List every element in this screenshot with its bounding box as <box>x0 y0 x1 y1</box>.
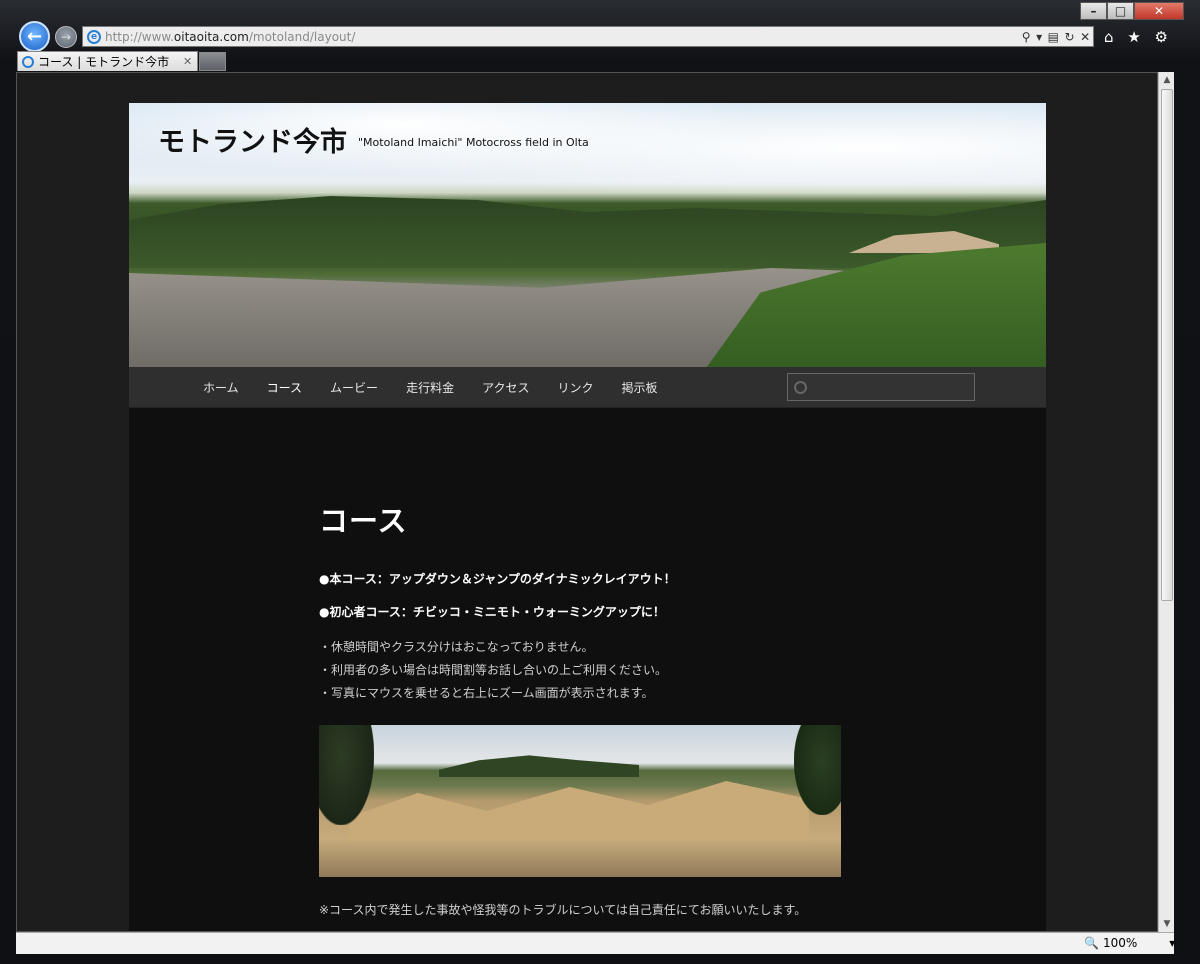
favorites-star-icon[interactable]: ★ <box>1127 28 1140 46</box>
back-arrow-icon: ← <box>26 26 43 47</box>
browser-tab[interactable]: コース | モトランド今市 ✕ <box>17 51 198 71</box>
page-container: モトランド今市 "Motoland Imaichi" Motocross fie… <box>129 103 1046 931</box>
scroll-thumb[interactable] <box>1161 89 1173 601</box>
photo-dirt-mounds <box>349 781 809 841</box>
photo-pine-left <box>319 725 374 825</box>
zoom-level: 100% <box>1102 936 1138 950</box>
address-tools: ⚲ ▾ ▤ ↻ ✕ <box>1019 30 1093 44</box>
course-photo[interactable] <box>319 725 841 877</box>
maximize-button[interactable]: □ <box>1107 2 1134 20</box>
notes-list: ・休憩時間やクラス分けはおこなっておりません。 ・利用者の多い場合は時間割等お話… <box>319 636 667 705</box>
zoom-icon: 🔍 <box>1084 936 1099 950</box>
tab-favicon-icon <box>22 55 34 68</box>
tab-title: コース | モトランド今市 <box>38 55 170 69</box>
note-item: ・利用者の多い場合は時間割等お話し合いの上ご利用ください。 <box>319 663 668 677</box>
back-button[interactable]: ← <box>19 21 50 52</box>
refresh-icon[interactable]: ↻ <box>1065 30 1075 44</box>
status-bar: 🔍 100% ▾ <box>16 932 1175 954</box>
close-button[interactable]: ✕ <box>1134 2 1184 20</box>
dropdown-icon[interactable]: ▾ <box>1036 30 1042 44</box>
search-input[interactable] <box>787 373 975 401</box>
nav-item-home[interactable]: ホーム <box>189 379 253 396</box>
scroll-up-icon[interactable]: ▲ <box>1159 72 1175 88</box>
stop-icon[interactable]: ✕ <box>1080 30 1090 44</box>
site-title[interactable]: モトランド今市 <box>158 120 347 159</box>
home-icon[interactable]: ⌂ <box>1104 28 1114 46</box>
page-viewport: モトランド今市 "Motoland Imaichi" Motocross fie… <box>16 72 1158 932</box>
zoom-control[interactable]: 🔍 100% ▾ <box>1084 936 1175 950</box>
nav-item-movie[interactable]: ムービー <box>316 379 392 396</box>
note-item: ・休憩時間やクラス分けはおこなっておりません。 <box>319 640 594 654</box>
main-nav: ホーム コース ムービー 走行料金 アクセス リンク 掲示板 <box>129 367 1046 408</box>
nav-item-bbs[interactable]: 掲示板 <box>608 379 672 396</box>
scroll-down-icon[interactable]: ▼ <box>1159 916 1175 932</box>
browser-window: – □ ✕ ← → e http://www.oitaoita.com/moto… <box>0 0 1200 964</box>
nav-item-links[interactable]: リンク <box>543 379 607 396</box>
minimize-button[interactable]: – <box>1080 2 1107 20</box>
lead-beginner-course: ●初心者コース：チビッコ・ミニモト・ウォーミングアップに！ <box>319 605 665 619</box>
header-banner: モトランド今市 "Motoland Imaichi" Motocross fie… <box>129 103 1046 367</box>
disclaimer-text: ※コース内で発生した事故や怪我等のトラブルについては自己責任にてお願いいたします… <box>319 903 807 917</box>
zoom-dropdown-icon[interactable]: ▾ <box>1169 936 1175 950</box>
nav-item-access[interactable]: アクセス <box>468 379 543 396</box>
vertical-scrollbar[interactable]: ▲ ▼ <box>1158 72 1174 932</box>
search-icon <box>794 380 807 394</box>
nav-item-fee[interactable]: 走行料金 <box>392 379 468 396</box>
window-controls: – □ ✕ <box>1080 2 1186 20</box>
new-tab-button[interactable] <box>199 52 226 71</box>
settings-gear-icon[interactable]: ⚙ <box>1155 28 1168 46</box>
address-url[interactable]: http://www.oitaoita.com/motoland/layout/ <box>105 30 1019 44</box>
compat-view-icon[interactable]: ▤ <box>1048 30 1059 44</box>
address-bar[interactable]: e http://www.oitaoita.com/motoland/layou… <box>82 26 1094 47</box>
ie-page-icon: e <box>87 29 101 44</box>
site-description: "Motoland Imaichi" Motocross field in Ol… <box>358 136 589 149</box>
forward-arrow-icon: → <box>60 30 72 44</box>
nav-item-course[interactable]: コース <box>253 379 316 396</box>
entry-content: コース ●本コース：アップダウン＆ジャンプのダイナミックレイアウト！ ●初心者コ… <box>319 498 859 917</box>
photo-treeline <box>439 755 639 777</box>
browser-toolbar: ⌂ ★ ⚙ <box>1104 28 1168 46</box>
note-item: ・写真にマウスを乗せると右上にズーム画面が表示されます。 <box>319 686 654 700</box>
lead-main-course: ●本コース：アップダウン＆ジャンプのダイナミックレイアウト！ <box>319 572 676 586</box>
tab-close-icon[interactable]: ✕ <box>183 55 197 68</box>
search-icon[interactable]: ⚲ <box>1022 30 1031 44</box>
page-title: コース <box>319 504 408 538</box>
photo-pine-right <box>794 725 841 815</box>
forward-button[interactable]: → <box>55 26 77 48</box>
